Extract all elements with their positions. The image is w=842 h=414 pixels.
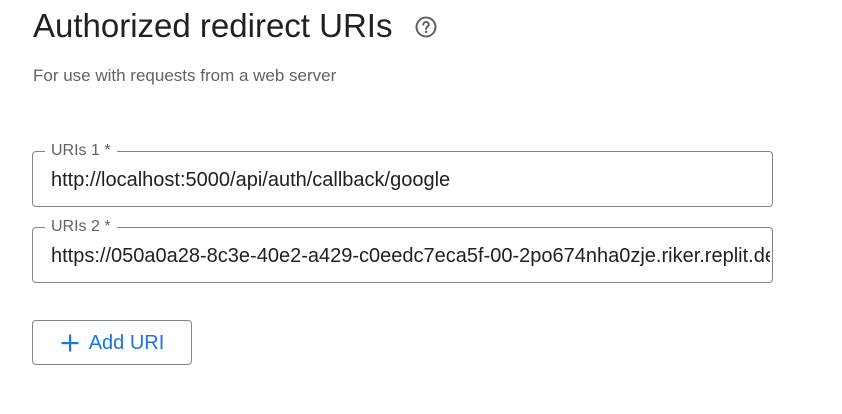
uri-field-2-label: URIs 2 *	[45, 216, 117, 238]
uri-field-2[interactable]: URIs 2 *	[32, 216, 773, 283]
section-title: Authorized redirect URIs	[33, 7, 393, 44]
uri-field-1[interactable]: URIs 1 *	[32, 140, 773, 207]
redirect-uris-section: Authorized redirect URIs For use with re…	[0, 0, 842, 414]
plus-icon	[60, 333, 80, 353]
add-uri-label: Add URI	[88, 331, 165, 354]
uri-input-1[interactable]	[51, 167, 770, 193]
uri-input-2[interactable]	[51, 243, 770, 269]
section-header: Authorized redirect URIs	[33, 4, 438, 48]
help-circle-icon[interactable]	[414, 15, 438, 39]
uri-field-1-label: URIs 1 *	[45, 140, 117, 162]
section-subtitle: For use with requests from a web server	[33, 66, 337, 85]
add-uri-button[interactable]: Add URI	[32, 320, 192, 365]
